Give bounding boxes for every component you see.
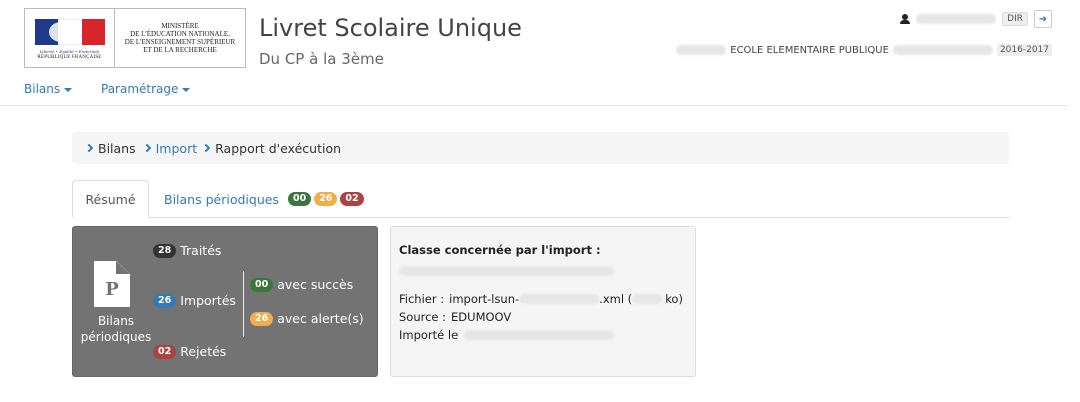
imported-date-label: Importé le [399,328,459,342]
caret-down-icon [182,87,191,92]
tab-label: Résumé [85,191,136,207]
marianne-logo: Liberté • Égalité • Fraternité RÉPUBLIQU… [25,9,115,67]
class-concerned-value [399,263,687,279]
app-header: Liberté • Égalité • Fraternité RÉPUBLIQU… [0,0,1080,76]
user-icon [900,14,911,24]
nav-menu-bilans[interactable]: Bilans [24,82,73,96]
importes-count-badge: 26 [153,293,177,308]
rejected-count-badge: 02 [340,192,364,206]
stat-label: avec succès [277,277,354,292]
redacted-school-code [676,45,727,55]
tab-bilans-periodiques[interactable]: Bilans périodiques 00 26 02 [164,180,364,218]
caret-down-icon [64,87,73,92]
redacted-imported-date [464,330,615,340]
nav-menu-parametrage[interactable]: Paramétrage [101,82,191,96]
import-details-panel: Classe concernée par l'import : Fichier … [390,226,696,377]
nav-menu-label: Paramétrage [101,82,179,96]
stat-importes: 26 Importés [153,293,236,308]
chevron-right-icon [201,143,211,153]
breadcrumb-item-current: Rapport d'exécution [215,140,342,156]
alert-count-badge: 26 [314,192,338,206]
school-info: ECOLE ELEMENTAIRE PUBLIQUE 2016-2017 [676,42,1052,58]
summary-divider [243,271,244,337]
succes-count-badge: 00 [250,277,274,292]
source-line: Source : EDUMOOV [399,309,687,325]
ministry-line: MINISTÈRE [161,22,199,30]
stat-traites: 28 Traités [153,243,221,258]
breadcrumb: Bilans Import Rapport d'exécution [72,132,1009,164]
import-summary-panel: P Bilans périodiques 28 Traités 26 Impor… [72,226,378,377]
file-line: Fichier : import-lsun- .xml ( ko) [399,291,687,307]
tab-resume[interactable]: Résumé [72,180,149,218]
breadcrumb-item-bilans: Bilans [98,140,136,156]
success-count-badge: 00 [287,192,312,206]
rejetes-count-badge: 02 [153,344,177,359]
ministry-line: DE L'ENSEIGNEMENT SUPÉRIEUR [124,38,236,46]
redacted-school-city [892,45,993,55]
redacted-class-name [399,266,614,276]
marianne-flag-icon [34,18,105,45]
stat-label: Importés [180,293,236,308]
file-label: Fichier : [399,292,445,306]
source-value: EDUMOOV [451,310,512,324]
main-navbar: Bilans Paramétrage [0,76,1068,106]
logout-icon: ➜ [1038,13,1048,25]
user-info: DIR ➜ [900,10,1052,28]
stat-alerte: 26 avec alerte(s) [250,311,364,326]
ministry-name: MINISTÈRE DE L'ÉDUCATION NATIONALE, DE L… [115,9,245,67]
chevron-right-icon [142,143,151,153]
report-tabs: Résumé Bilans périodiques 00 26 02 [72,180,1009,218]
stat-rejetes: 02 Rejetés [153,344,226,359]
document-letter: P [105,279,119,300]
school-name: ECOLE ELEMENTAIRE PUBLIQUE [730,44,889,56]
ministry-logo: Liberté • Égalité • Fraternité RÉPUBLIQU… [24,8,246,68]
logout-button[interactable]: ➜ [1034,10,1052,28]
tab-label: Bilans périodiques [164,191,279,207]
stat-label: Rejetés [180,344,227,359]
app-title: Livret Scolaire Unique [259,14,522,42]
ministry-line: ET DE LA RECHERCHE [143,46,217,54]
file-name-prefix: import-lsun- [449,292,520,306]
file-size-unit: ko) [665,292,683,306]
logo-devise: Liberté • Égalité • Fraternité [39,48,100,54]
breadcrumb-link-import[interactable]: Import [156,141,198,156]
source-label: Source : [399,310,447,324]
redacted-file-id [519,294,600,304]
stat-label: Traités [180,243,222,258]
school-year-badge: 2016-2017 [996,44,1052,56]
nav-menu-label: Bilans [24,82,61,96]
logo-republique: RÉPUBLIQUE FRANÇAISE [37,54,102,60]
chevron-right-icon [84,143,94,153]
traites-count-badge: 28 [153,243,177,258]
file-name-suffix: .xml ( [599,292,633,306]
stat-label: avec alerte(s) [277,311,364,326]
redacted-file-size [632,294,663,304]
document-type-label: Bilans périodiques [80,314,152,344]
app-subtitle: Du CP à la 3ème [259,50,384,68]
ministry-line: DE L'ÉDUCATION NATIONALE, [130,30,230,38]
alerte-count-badge: 26 [250,311,274,326]
imported-date-line: Importé le [399,327,687,343]
class-concerned-title: Classe concernée par l'import : [399,243,601,257]
user-role-badge: DIR [1002,12,1028,26]
stat-succes: 00 avec succès [250,277,353,292]
redacted-user-name [916,14,997,24]
